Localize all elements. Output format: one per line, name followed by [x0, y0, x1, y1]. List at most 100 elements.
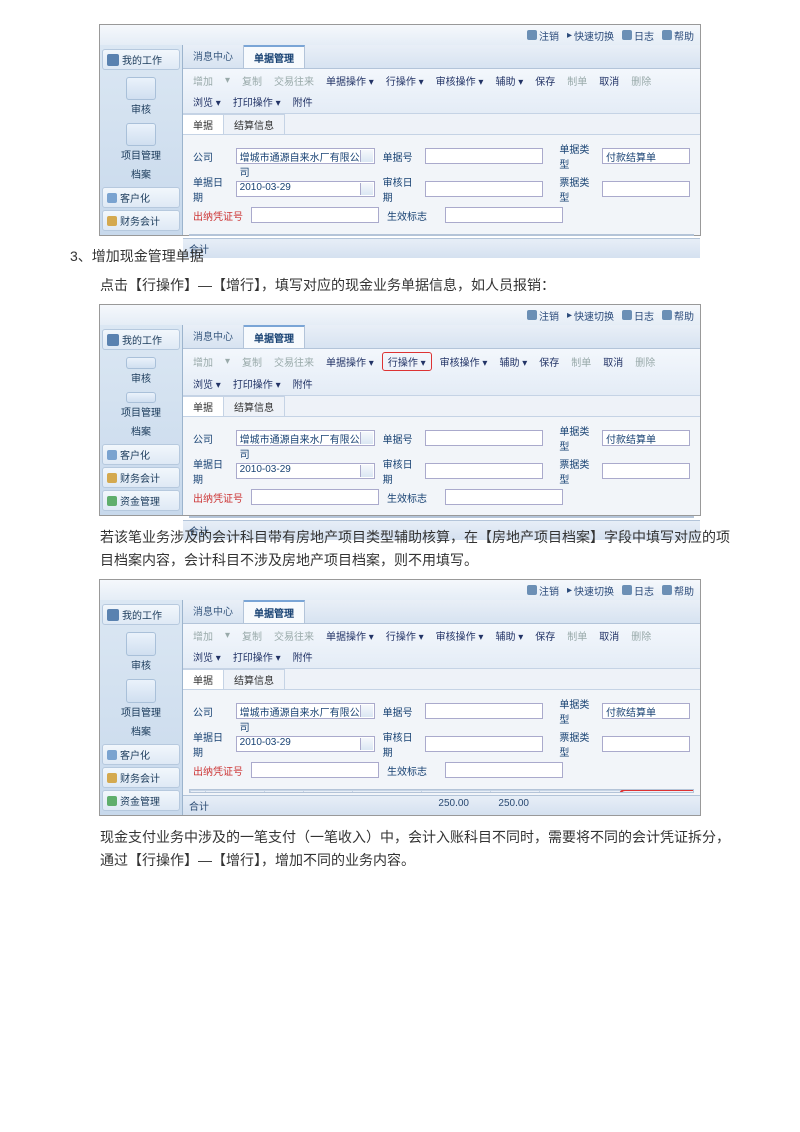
sidebar-caiwu[interactable]: 财务会计 [102, 467, 180, 488]
subtab-doc[interactable]: 单据 [183, 396, 224, 416]
data-grid: 款银行账号 币种 本币汇率 付款原币金额 付款本币金额 支付状态 科目 房地产项… [189, 234, 694, 236]
tab-doc-manage[interactable]: 单据管理 [244, 325, 305, 348]
tool-row-op-highlighted[interactable]: 行操作 ▾ [382, 352, 432, 371]
sidebar-item-project[interactable]: 项目管理 [102, 147, 180, 162]
project-icon[interactable] [126, 392, 156, 404]
log-link[interactable]: 日志 [622, 308, 654, 323]
label-doctype: 单据类型 [559, 141, 594, 171]
audit-icon[interactable] [126, 77, 156, 100]
tool-print[interactable]: 打印操作 ▾ [229, 93, 285, 110]
log-link[interactable]: 日志 [622, 583, 654, 598]
logout-link[interactable]: 注销 [527, 583, 559, 598]
tool-cancel[interactable]: 取消 [595, 72, 623, 89]
subtab-doc[interactable]: 单据 [183, 114, 224, 134]
tool-doc-op[interactable]: 单据操作 ▾ [322, 72, 378, 89]
sidebar-zijin[interactable]: 资金管理 [102, 490, 180, 511]
tool-add[interactable]: 增加 [189, 72, 217, 89]
sidebar-item-audit[interactable]: 审核 [102, 101, 180, 116]
help-link[interactable]: 帮助 [662, 28, 694, 43]
input-cashierno[interactable] [251, 207, 379, 223]
audit-icon[interactable] [126, 632, 156, 656]
help-link[interactable]: 帮助 [662, 583, 694, 598]
project-icon[interactable] [126, 679, 156, 703]
tool-doc-op[interactable]: 单据操作 ▾ [322, 353, 378, 370]
help-link[interactable]: 帮助 [662, 308, 694, 323]
col-currency[interactable]: 币种 [273, 236, 312, 237]
tool-add[interactable]: 增加 [189, 353, 217, 370]
tab-message-center[interactable]: 消息中心 [183, 45, 244, 68]
audit-icon[interactable] [126, 357, 156, 369]
sidebar-item-archive[interactable]: 档案 [102, 423, 180, 438]
tool-audit-op[interactable]: 审核操作 ▾ [436, 353, 492, 370]
col-realestate-highlighted[interactable]: 房地产项目档案 [621, 791, 694, 794]
sidebar: 我的工作 审核 项目管理 档案 客户化 财务会计 [100, 45, 183, 235]
sidebar-item-audit[interactable]: 审核 [102, 370, 180, 385]
main-tabs: 消息中心 单据管理 [183, 45, 700, 69]
col-rate[interactable]: 本币汇率 [312, 236, 361, 237]
main-tabs: 消息中心 单据管理 [183, 325, 700, 349]
input-doctype[interactable]: 付款结算单 [602, 148, 690, 164]
col-origamt[interactable]: 付款原币金额 [361, 236, 430, 237]
logout-link[interactable]: 注销 [527, 308, 559, 323]
input-docno[interactable] [425, 148, 543, 164]
tool-attach[interactable]: 附件 [289, 93, 317, 110]
sidebar-item-project[interactable]: 项目管理 [102, 404, 180, 419]
data-grid: 款银行账号 币种 本币汇率 付款原币金额 付款本币金额 支付状态 科目 房地产项… [189, 789, 694, 793]
sidebar-mywork[interactable]: 我的工作 [102, 604, 180, 625]
tool-make: 制单 [563, 72, 591, 89]
label-billtype: 票据类型 [559, 174, 594, 204]
input-auditdate[interactable] [425, 181, 543, 197]
subtabs: 单据 结算信息 [183, 114, 700, 135]
sum-bar: 合计 [183, 238, 700, 258]
tool-attach[interactable]: 附件 [289, 375, 317, 392]
input-effectflag[interactable] [445, 207, 563, 223]
quickswitch-link[interactable]: ▸ 快速切换 [567, 308, 614, 323]
log-link[interactable]: 日志 [622, 28, 654, 43]
tool-audit-op[interactable]: 审核操作 ▾ [432, 72, 488, 89]
tool-cancel[interactable]: 取消 [599, 353, 627, 370]
col-realestate[interactable]: 房地产项目档案 [614, 236, 693, 237]
form-area: 公司 增城市通源自来水厂有限公司 单据号 单据类型 付款结算单 单据日期 201… [183, 690, 700, 787]
col-account[interactable]: 款银行账号 [214, 236, 273, 237]
sidebar-caiwu[interactable]: 财务会计 [102, 210, 180, 231]
sum-localamt: 250.00 [469, 798, 529, 813]
input-company[interactable]: 增城市通源自来水厂有限公司 [236, 148, 375, 164]
subtab-settle[interactable]: 结算信息 [224, 114, 285, 134]
subtabs: 单据 结算信息 [183, 669, 700, 690]
quickswitch-link[interactable]: ▸ 快速切换 [567, 583, 614, 598]
tab-doc-manage[interactable]: 单据管理 [244, 45, 305, 68]
tool-aux[interactable]: 辅助 ▾ [495, 353, 531, 370]
tool-copy[interactable]: 复制 [238, 72, 266, 89]
grid-icon [107, 450, 117, 460]
sidebar-kehuhua[interactable]: 客户化 [102, 187, 180, 208]
project-icon[interactable] [126, 123, 156, 146]
tab-message-center[interactable]: 消息中心 [183, 325, 244, 348]
subtab-settle[interactable]: 结算信息 [224, 396, 285, 416]
folder-icon [107, 54, 119, 66]
input-billtype[interactable] [602, 181, 690, 197]
tool-browse[interactable]: 浏览 ▾ [189, 93, 225, 110]
sidebar-mywork[interactable]: 我的工作 [102, 49, 180, 70]
tool-row-op[interactable]: 行操作 ▾ [382, 72, 428, 89]
label-auditdate: 审核日期 [383, 174, 418, 204]
tool-copy[interactable]: 复制 [238, 353, 266, 370]
tool-browse[interactable]: 浏览 ▾ [189, 375, 225, 392]
tool-aux[interactable]: 辅助 ▾ [491, 72, 527, 89]
input-docdate[interactable]: 2010-03-29 [236, 181, 375, 197]
col-localamt[interactable]: 付款本币金额 [430, 236, 499, 237]
toolbar: 增加▾ 复制 交易往来 单据操作 ▾ 行操作 ▾ 审核操作 ▾ 辅助 ▾ 保存 … [183, 69, 700, 114]
col-subject[interactable]: 科目 [548, 236, 613, 237]
tool-save[interactable]: 保存 [531, 72, 559, 89]
sidebar-item-archive[interactable]: 档案 [102, 166, 180, 181]
tool-save[interactable]: 保存 [535, 353, 563, 370]
tool-delete: 删除 [631, 353, 659, 370]
col-paystat[interactable]: 支付状态 [499, 236, 548, 237]
label-effectflag: 生效标志 [387, 208, 437, 223]
folder-icon [107, 609, 119, 621]
sidebar-mywork[interactable]: 我的工作 [102, 329, 180, 350]
logout-link[interactable]: 注销 [527, 28, 559, 43]
sidebar-kehuhua[interactable]: 客户化 [102, 444, 180, 465]
tool-print[interactable]: 打印操作 ▾ [229, 375, 285, 392]
quickswitch-link[interactable]: ▸ 快速切换 [567, 28, 614, 43]
tool-make: 制单 [567, 353, 595, 370]
